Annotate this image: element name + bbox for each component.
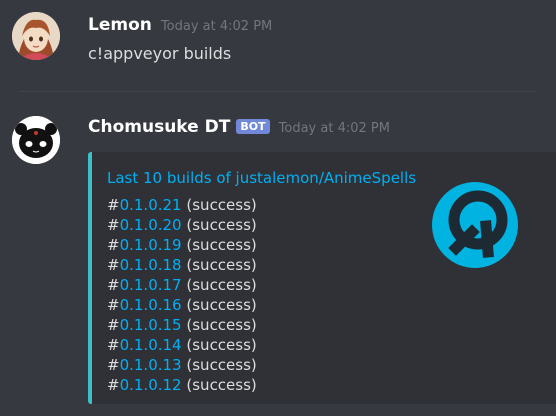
build-status: (success) [186,236,257,254]
build-hash: # [107,376,120,394]
build-version-link[interactable]: 0.1.0.21 [120,196,182,214]
bot-tag: BOT [236,119,270,134]
build-hash: # [107,356,120,374]
username[interactable]: Lemon [88,15,152,35]
avatar[interactable] [12,116,60,164]
build-version-link[interactable]: 0.1.0.17 [120,276,182,294]
message-chomusuke: Chomusuke DT BOT Today at 4:02 PM Last 10… [0,100,556,416]
build-hash: # [107,216,120,234]
build-hash: # [107,256,120,274]
avatar[interactable] [12,12,60,60]
build-version-link[interactable]: 0.1.0.20 [120,216,182,234]
build-row: #0.1.0.13 (success) [107,355,257,375]
embed-title-link[interactable]: Last 10 builds of justalemon/AnimeSpells [107,169,416,187]
build-hash: # [107,336,120,354]
build-version-link[interactable]: 0.1.0.14 [120,336,182,354]
build-hash: # [107,316,120,334]
build-row: #0.1.0.21 (success) [107,195,257,215]
build-hash: # [107,276,120,294]
build-hash: # [107,296,120,314]
anime-girl-avatar-icon [12,12,60,60]
build-version-link[interactable]: 0.1.0.19 [120,236,182,254]
message-divider [20,91,536,92]
chat-messages: Lemon Today at 4:02 PM c!appveyor builds… [0,0,556,416]
build-hash: # [107,236,120,254]
timestamp: Today at 4:02 PM [160,19,273,34]
build-row: #0.1.0.15 (success) [107,315,257,335]
build-status: (success) [186,356,257,374]
build-status: (success) [186,276,257,294]
timestamp: Today at 4:02 PM [278,121,390,136]
build-status: (success) [186,376,257,394]
build-row: #0.1.0.19 (success) [107,235,257,255]
build-version-link[interactable]: 0.1.0.18 [120,256,182,274]
message-lemon: Lemon Today at 4:02 PM c!appveyor builds [0,0,556,80]
build-status: (success) [186,336,257,354]
build-list: #0.1.0.21 (success) #0.1.0.20 (success) … [107,195,257,395]
build-version-link[interactable]: 0.1.0.12 [120,376,182,394]
build-version-link[interactable]: 0.1.0.16 [120,296,182,314]
build-version-link[interactable]: 0.1.0.13 [120,356,182,374]
build-row: #0.1.0.14 (success) [107,335,257,355]
build-hash: # [107,196,120,214]
builds-embed: Last 10 builds of justalemon/AnimeSpells… [88,152,556,404]
appveyor-logo-icon [432,182,518,268]
black-cat-avatar-icon [12,116,60,164]
build-status: (success) [186,256,257,274]
message-content: c!appveyor builds [88,44,232,63]
build-row: #0.1.0.20 (success) [107,215,257,235]
build-row: #0.1.0.16 (success) [107,295,257,315]
embed-thumbnail[interactable] [432,182,518,268]
build-row: #0.1.0.17 (success) [107,275,257,295]
build-row: #0.1.0.18 (success) [107,255,257,275]
build-status: (success) [186,196,257,214]
build-status: (success) [186,216,257,234]
build-row: #0.1.0.12 (success) [107,375,257,395]
message-header: Chomusuke DT BOT Today at 4:02 PM [88,117,390,137]
username[interactable]: Chomusuke DT [88,117,230,137]
build-status: (success) [186,316,257,334]
build-status: (success) [186,296,257,314]
message-header: Lemon Today at 4:02 PM [88,15,272,35]
build-version-link[interactable]: 0.1.0.15 [120,316,182,334]
